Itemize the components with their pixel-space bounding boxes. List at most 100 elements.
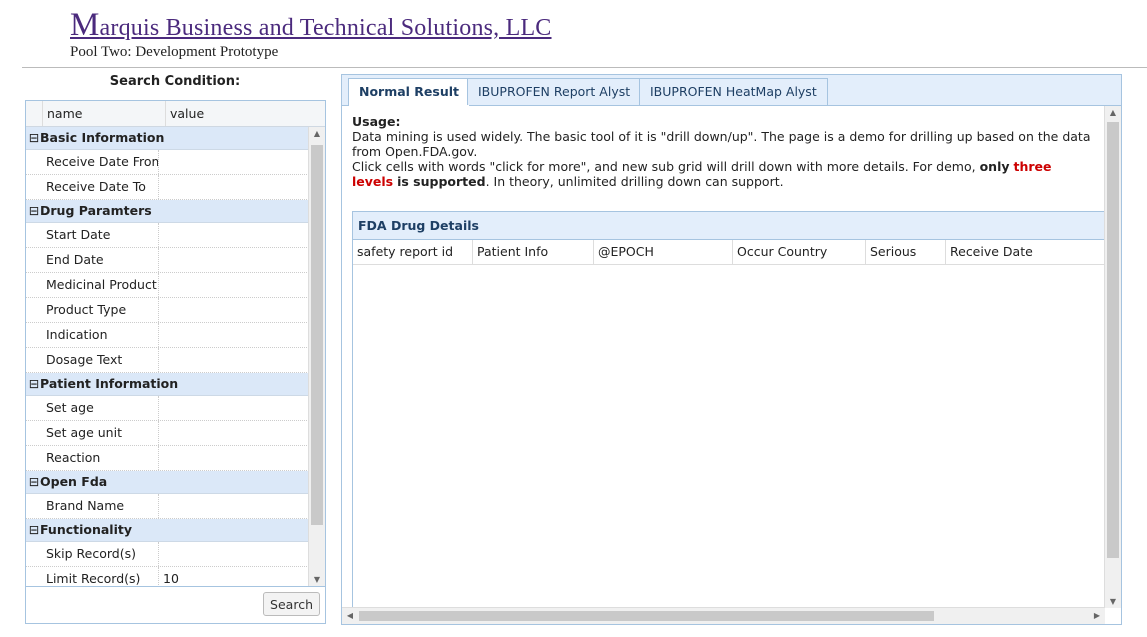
grid-caption: FDA Drug Details [353, 212, 1105, 240]
column-header-epoch[interactable]: @EPOCH [594, 240, 733, 264]
column-header-occur-country[interactable]: Occur Country [733, 240, 866, 264]
property-name: Skip Record(s) [42, 542, 159, 566]
property-row[interactable]: Product Type [26, 298, 309, 323]
property-value[interactable] [159, 348, 309, 372]
group-label: Drug Paramters [40, 203, 152, 218]
column-header-safety-report-id[interactable]: safety report id [353, 240, 473, 264]
scrollbar-thumb[interactable] [311, 145, 323, 525]
group-header[interactable]: ⊟Drug Paramters [26, 200, 309, 223]
collapse-icon[interactable]: ⊟ [28, 200, 40, 222]
property-value[interactable]: 10 [159, 567, 309, 586]
property-value[interactable] [159, 248, 309, 272]
group-header[interactable]: ⊟Open Fda [26, 471, 309, 494]
property-row[interactable]: Brand Name [26, 494, 309, 519]
group-header[interactable]: ⊟Functionality [26, 519, 309, 542]
property-value[interactable] [159, 446, 309, 470]
property-name: Set age unit [42, 421, 159, 445]
scroll-right-icon[interactable]: ▶ [1089, 608, 1105, 624]
property-row[interactable]: Set age unit [26, 421, 309, 446]
property-row[interactable]: Receive Date From [26, 150, 309, 175]
scrollbar-thumb[interactable] [1107, 122, 1119, 558]
collapse-icon[interactable]: ⊟ [28, 373, 40, 395]
group-label: Basic Information [40, 130, 165, 145]
tab-ibuprofen-heatmap-alyst[interactable]: IBUPROFEN HeatMap Alyst [639, 78, 828, 105]
group-header[interactable]: ⊟Patient Information [26, 373, 309, 396]
property-row[interactable]: Receive Date To [26, 175, 309, 200]
site-title-link[interactable]: Marquis Business and Technical Solutions… [70, 6, 552, 47]
group-label: Functionality [40, 522, 132, 537]
property-value[interactable] [159, 223, 309, 247]
property-name: Set age [42, 396, 159, 420]
column-header-value: value [170, 106, 205, 121]
property-name: Receive Date To [42, 175, 159, 199]
property-value[interactable] [159, 298, 309, 322]
property-row[interactable]: Start Date [26, 223, 309, 248]
column-header-patient-info[interactable]: Patient Info [473, 240, 594, 264]
group-header[interactable]: ⊟Basic Information [26, 127, 309, 150]
property-value[interactable] [159, 323, 309, 347]
search-button[interactable]: Search [263, 592, 320, 616]
property-name: Product Type [42, 298, 159, 322]
property-row[interactable]: Dosage Text [26, 348, 309, 373]
tab-content: Usage: Data mining is used widely. The b… [342, 106, 1105, 608]
property-name: Brand Name [42, 494, 159, 518]
content-horizontal-scrollbar[interactable]: ◀ ▶ [342, 607, 1105, 624]
property-value[interactable] [159, 150, 309, 174]
property-name: Limit Record(s) [42, 567, 159, 586]
property-name: Start Date [42, 223, 159, 247]
usage-line-2e: . In theory, unlimited drilling down can… [485, 174, 784, 189]
grid-header-row: safety report id Patient Info @EPOCH Occ… [353, 240, 1105, 265]
property-row[interactable]: Indication [26, 323, 309, 348]
site-title-initial: M [70, 7, 100, 43]
property-row[interactable]: End Date [26, 248, 309, 273]
tab-normal-result[interactable]: Normal Result [348, 78, 471, 106]
usage-heading: Usage: [352, 114, 401, 129]
scroll-down-icon[interactable]: ▼ [309, 575, 325, 584]
property-name: Dosage Text [42, 348, 159, 372]
tab-ibuprofen-report-alyst[interactable]: IBUPROFEN Report Alyst [467, 78, 642, 105]
collapse-icon[interactable]: ⊟ [28, 127, 40, 149]
property-value[interactable] [159, 542, 309, 566]
property-name: Reaction [42, 446, 159, 470]
scroll-up-icon[interactable]: ▲ [1105, 108, 1121, 117]
property-value[interactable] [159, 175, 309, 199]
property-value[interactable] [159, 396, 309, 420]
collapse-icon[interactable]: ⊟ [28, 519, 40, 541]
property-name: Medicinal Product [42, 273, 159, 297]
column-header-serious[interactable]: Serious [866, 240, 946, 264]
property-grid-body: ⊟Basic Information Receive Date From Recei… [26, 127, 309, 586]
property-row[interactable]: Set age [26, 396, 309, 421]
property-row[interactable]: Reaction [26, 446, 309, 471]
property-grid-scrollbar[interactable]: ▲ ▼ [308, 127, 325, 586]
usage-is-supported: is supported [397, 174, 486, 189]
scroll-left-icon[interactable]: ◀ [342, 608, 358, 624]
property-name: End Date [42, 248, 159, 272]
fda-drug-details-grid: FDA Drug Details safety report id Patien… [352, 211, 1105, 608]
scroll-up-icon[interactable]: ▲ [309, 129, 325, 138]
site-title-text: arquis Business and Technical Solutions,… [99, 15, 552, 41]
scroll-down-icon[interactable]: ▼ [1105, 597, 1121, 606]
collapse-icon[interactable]: ⊟ [28, 471, 40, 493]
property-row[interactable]: Skip Record(s) [26, 542, 309, 567]
property-value[interactable] [159, 421, 309, 445]
property-row[interactable]: Medicinal Product [26, 273, 309, 298]
content-vertical-scrollbar[interactable]: ▲ ▼ [1104, 106, 1121, 608]
property-value[interactable] [159, 494, 309, 518]
column-header-receive-date[interactable]: Receive Date [946, 240, 1100, 264]
site-header: Marquis Business and Technical Solutions… [70, 6, 552, 61]
property-row[interactable]: Limit Record(s) 10 [26, 567, 309, 586]
result-tabs-panel: Normal Result IBUPROFEN Report Alyst IBU… [341, 74, 1122, 625]
usage-text: Usage: Data mining is used widely. The b… [342, 106, 1105, 189]
header-divider [22, 67, 1147, 68]
property-name: Receive Date From [42, 150, 159, 174]
tab-bar: Normal Result IBUPROFEN Report Alyst IBU… [342, 75, 1121, 106]
usage-only: only [979, 159, 1010, 174]
usage-line-1: Data mining is used widely. The basic to… [352, 129, 1091, 159]
property-value[interactable] [159, 273, 309, 297]
scrollbar-thumb[interactable] [359, 611, 934, 621]
property-name: Indication [42, 323, 159, 347]
property-grid: name value ⊟Basic Information Receive Dat… [25, 100, 326, 587]
group-label: Patient Information [40, 376, 179, 391]
property-grid-header: name value [26, 101, 325, 127]
search-condition-heading: Search Condition: [109, 74, 241, 89]
